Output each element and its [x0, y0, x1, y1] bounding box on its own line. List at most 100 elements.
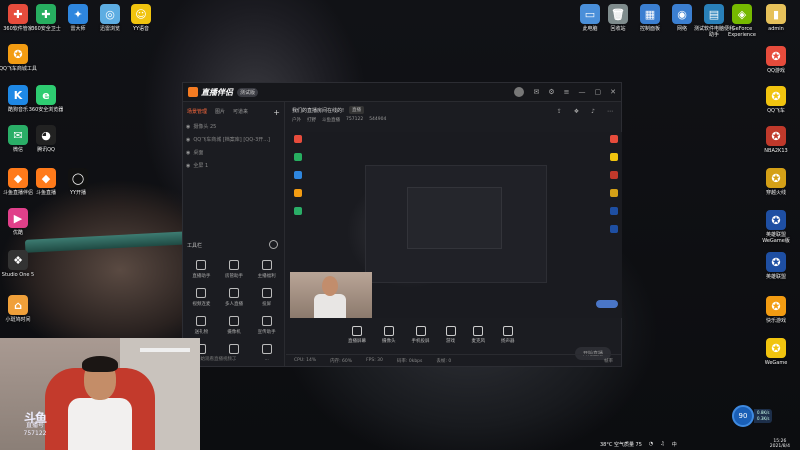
- room-title[interactable]: 我们的直播房间在线的!: [292, 107, 344, 114]
- status-right: 帧率: [604, 358, 613, 364]
- tool-button[interactable]: 主播福利: [250, 260, 283, 279]
- tab-scene[interactable]: 场景管理: [187, 108, 207, 117]
- bottom-tool-icon: [445, 326, 456, 336]
- desktop-icon[interactable]: ▮ admin: [756, 4, 796, 32]
- bottom-tool-button[interactable]: 摄像头: [382, 326, 396, 344]
- eye-icon[interactable]: ◉: [186, 137, 190, 143]
- bottom-tool-button[interactable]: 手机投屏: [412, 326, 430, 344]
- room-meta-item[interactable]: 757122: [346, 117, 363, 123]
- desktop-icon[interactable]: ✪ QQ游戏: [756, 46, 796, 74]
- minimize-icon[interactable]: —: [579, 88, 586, 96]
- room-meta-item[interactable]: 544904: [369, 117, 386, 123]
- gift-icon[interactable]: ❖: [574, 108, 579, 115]
- share-icon[interactable]: ⇪: [557, 108, 562, 115]
- desktop-icon[interactable]: e 360安全浏览器: [26, 85, 66, 113]
- preview-mini-icon: [294, 171, 302, 179]
- desktop-icon[interactable]: ✪ 英雄联盟: [756, 252, 796, 280]
- add-scene-button[interactable]: +: [273, 108, 280, 117]
- preview-mini-icon: [294, 135, 302, 143]
- tool-button[interactable]: 摄像机: [218, 316, 251, 335]
- stream-preview[interactable]: [290, 132, 622, 318]
- tool-button[interactable]: 送礼物: [185, 316, 218, 335]
- desktop-icon[interactable]: ⌂ 小斑鸠时间: [0, 295, 38, 323]
- tool-button[interactable]: 房管助手: [218, 260, 251, 279]
- tool-button[interactable]: 直播助手: [185, 260, 218, 279]
- user-avatar[interactable]: [514, 87, 525, 97]
- scene-item[interactable]: ◉ 全屏 1: [183, 159, 284, 172]
- preview-webcam-face: [322, 276, 338, 296]
- desktop-icon[interactable]: ✪ 快乐游戏: [756, 296, 796, 324]
- scene-item[interactable]: ◉ 桌面: [183, 146, 284, 159]
- tab-other[interactable]: 可道来: [233, 108, 248, 117]
- main-area: 我们的直播房间在线的! 直播 户外 打野 斗鱼直播 757122 544904 ⇪ ❖ …: [286, 102, 622, 366]
- scene-item[interactable]: ◉ QQ飞车商城 [档案库] [QQ-3开...]: [183, 133, 284, 146]
- app-icon: ◎: [100, 4, 120, 24]
- desktop-icon[interactable]: ✪ 穿越火线: [756, 168, 796, 196]
- desktop-icon-label: 快乐游戏: [765, 318, 786, 324]
- bell-icon[interactable]: ♪: [591, 108, 595, 115]
- status-bar: CPU: 14% 内存: 60% FPS: 30 码率: 0kbps 丢帧: 0 帧率: [286, 354, 621, 366]
- weather-text[interactable]: 38°C 空气质量 75: [600, 441, 642, 448]
- app-icon: 🗑: [608, 4, 628, 24]
- tool-button[interactable]: 多人直播: [218, 288, 251, 307]
- app-icon: ◕: [36, 125, 56, 145]
- scene-label: 桌面: [193, 150, 204, 156]
- tool-button[interactable]: ...: [250, 344, 283, 362]
- app-icon: ◆: [8, 168, 28, 188]
- message-icon[interactable]: ✉: [533, 88, 539, 96]
- desktop-icon[interactable]: ✪ WeGame: [756, 338, 796, 366]
- clock[interactable]: 15:26 2021/8/4: [770, 439, 790, 449]
- room-meta-item[interactable]: 打野: [307, 117, 316, 123]
- tool-button[interactable]: 投屏: [250, 288, 283, 307]
- tab-image[interactable]: 图片: [215, 108, 225, 117]
- eye-icon[interactable]: ◉: [186, 124, 190, 130]
- desktop-icon[interactable]: ◯ YY开播: [58, 168, 98, 196]
- desktop-icon[interactable]: ☺ YY语音: [121, 4, 161, 32]
- bottom-tool-button[interactable]: 直播屏幕: [348, 326, 366, 344]
- ime-icon[interactable]: 中: [672, 441, 677, 448]
- network-icon[interactable]: ◔: [649, 441, 653, 447]
- volume-icon[interactable]: ♫: [660, 441, 664, 447]
- tools-settings-icon[interactable]: [269, 240, 278, 249]
- preview-mini-icon: [610, 225, 618, 233]
- tools-title: 工具栏: [187, 243, 203, 249]
- more-icon[interactable]: ⋯: [607, 108, 613, 115]
- app-icon: ◉: [672, 4, 692, 24]
- bottom-tool-button[interactable]: 游戏: [445, 326, 456, 344]
- room-meta-item[interactable]: 斗鱼直播: [322, 117, 340, 123]
- preview-toggle[interactable]: [596, 300, 618, 308]
- desktop-icon[interactable]: ✪ NBA2K13: [756, 126, 796, 154]
- menu-icon[interactable]: ≡: [564, 88, 570, 96]
- app-icon: ⌂: [8, 295, 28, 315]
- tool-label: 多人直播: [224, 302, 243, 307]
- desktop-icon[interactable]: ✪ QQ飞车: [756, 86, 796, 114]
- desktop-icon[interactable]: ✪ 英雄联盟 WeGame版: [756, 210, 796, 244]
- settings-icon[interactable]: ⚙: [548, 88, 554, 96]
- stream-app-window[interactable]: 直播伴侣 测试版 ✉ ⚙ ≡ — ▢ ✕ 场景管理 图片 可道来 + ◉ 摄像头 …: [182, 82, 622, 367]
- desktop-icon[interactable]: ✪ QQ飞车商城工具: [0, 44, 38, 72]
- tool-button[interactable]: 视频连麦: [185, 288, 218, 307]
- speed-value: 90: [732, 405, 754, 427]
- desktop-icon[interactable]: ❖ Studio One 5: [0, 250, 38, 278]
- app-icon: ✪: [766, 296, 786, 316]
- close-icon[interactable]: ✕: [610, 88, 616, 96]
- desktop-icon[interactable]: ▶ 优酷: [0, 208, 38, 236]
- preview-mini-icon: [610, 189, 618, 197]
- status-item: CPU: 14%: [294, 357, 317, 363]
- maximize-icon[interactable]: ▢: [595, 88, 602, 96]
- app-icon: ◈: [732, 4, 752, 24]
- app-icon: ✪: [766, 338, 786, 358]
- network-speed-widget[interactable]: 90 0.8K/s 0.3K/s: [732, 405, 788, 427]
- eye-icon[interactable]: ◉: [186, 150, 190, 156]
- scene-item[interactable]: ◉ 摄像头 25: [183, 120, 284, 133]
- desktop-icon[interactable]: ◕ 腾讯QQ: [26, 125, 66, 153]
- eye-icon[interactable]: ◉: [186, 163, 190, 169]
- bottom-tool-button[interactable]: 扬声器: [501, 326, 515, 344]
- scene-list: ◉ 摄像头 25 ◉ QQ飞车商城 [档案库] [QQ-3开...] ◉ 桌面 ◉ 全屏 1: [183, 120, 284, 172]
- tool-button[interactable]: 宣传助手: [250, 316, 283, 335]
- room-meta-item[interactable]: 户外: [292, 117, 301, 123]
- desktop-icon-label: 360安全浏览器: [28, 107, 64, 113]
- tool-label: 主播福利: [257, 274, 276, 279]
- bottom-tool-button[interactable]: 麦克风: [472, 326, 485, 344]
- app-titlebar[interactable]: 直播伴侣 测试版 ✉ ⚙ ≡ — ▢ ✕: [183, 83, 621, 102]
